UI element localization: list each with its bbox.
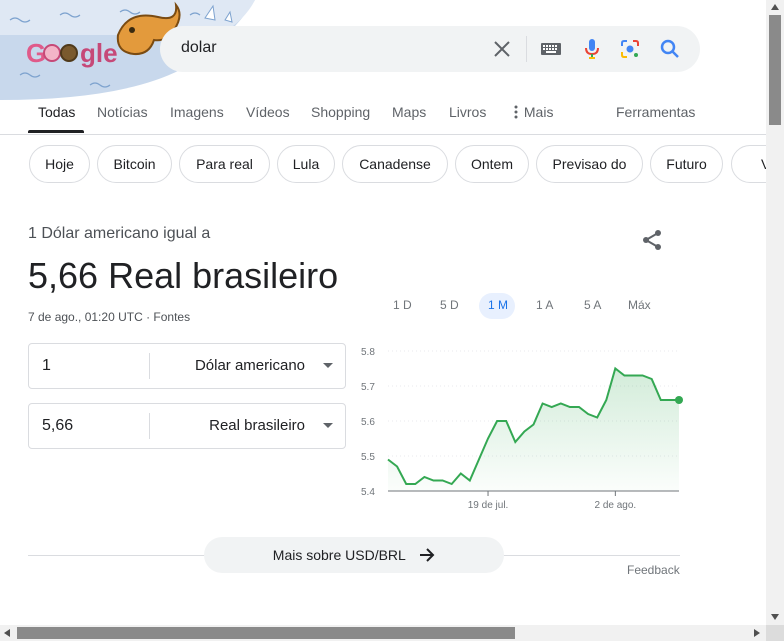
more-about-button[interactable]: Mais sobre USD/BRL [204,537,504,573]
to-amount-input[interactable]: 5,66 [42,417,73,435]
scroll-down-icon[interactable] [771,614,779,620]
y-tick-label: 5.4 [361,487,375,498]
to-currency-select[interactable]: Real brasileiro [209,417,305,434]
search-bar[interactable]: dolar [160,26,700,72]
from-currency-select[interactable]: Dólar americano [195,357,305,374]
microphone-icon[interactable] [580,37,604,61]
tab-videos[interactable]: Vídeos [246,104,290,120]
chip-lula[interactable]: Lula [277,145,335,183]
horizontal-scroll-thumb[interactable] [17,627,515,639]
search-input[interactable]: dolar [181,39,217,57]
chip-hoje[interactable]: Hoje [29,145,90,183]
share-icon[interactable] [640,228,664,252]
tab-noticias[interactable]: Notícias [97,104,148,120]
camera-lens-icon[interactable] [618,37,642,61]
tab-livros[interactable]: Livros [449,104,486,120]
scroll-right-icon[interactable] [754,629,760,637]
exchange-rate-chart[interactable]: 5.8 5.7 5.6 5.5 5.4 19 de jul. 2 de ago. [356,340,686,520]
range-1m[interactable]: 1 M [488,298,508,312]
scroll-up-icon[interactable] [771,4,779,10]
converter-result: 5,66 Real brasileiro [28,255,339,296]
tab-maps[interactable]: Maps [392,104,426,120]
to-divider [149,413,150,439]
search-tabs: Todas Notícias Imagens Vídeos Shopping M… [0,100,766,135]
latest-point [675,396,683,404]
chevron-down-icon[interactable] [323,363,333,368]
tab-mais[interactable]: Mais [512,104,553,120]
range-5d[interactable]: 5 D [440,298,459,312]
price-area [388,368,679,491]
tab-todas[interactable]: Todas [38,104,75,120]
tab-ferramentas[interactable]: Ferramentas [616,104,695,120]
to-currency-box: 5,66 Real brasileiro [28,403,346,449]
chip-previsao-do[interactable]: Previsao do [536,145,643,183]
tab-imagens[interactable]: Imagens [170,104,224,120]
chevron-down-icon[interactable] [323,423,333,428]
keyboard-icon[interactable] [539,37,563,61]
from-divider [149,353,150,379]
horizontal-scrollbar[interactable] [0,625,784,641]
range-1d[interactable]: 1 D [393,298,412,312]
y-tick-label: 5.5 [361,452,375,463]
chip-futuro[interactable]: Futuro [650,145,723,183]
more-about-label: Mais sobre USD/BRL [272,547,406,563]
search-icon[interactable] [658,37,682,61]
feedback-link[interactable]: Feedback [627,563,680,577]
svg-text:gle: gle [80,38,118,68]
range-max[interactable]: Máx [628,298,651,312]
more-vert-icon [514,105,518,119]
y-tick-label: 5.7 [361,382,375,393]
converter-date: 7 de ago., 01:20 UTC · Fontes [28,310,191,324]
chip-bitcoin[interactable]: Bitcoin [97,145,172,183]
arrow-right-icon [420,548,435,562]
x-tick-label: 2 de ago. [594,500,636,511]
scrollbar-corner [766,625,784,641]
vertical-scroll-thumb[interactable] [769,15,781,125]
tab-mais-label: Mais [523,104,554,120]
converter-label: 1 Dólar americano igual a [28,225,211,242]
y-tick-label: 5.8 [361,347,375,358]
clear-icon[interactable] [490,37,514,61]
x-tick-label: 19 de jul. [468,500,509,511]
range-1a[interactable]: 1 A [536,298,553,312]
active-tab-indicator [28,130,84,133]
from-currency-box: 1 Dólar americano [28,343,346,389]
chip-ontem[interactable]: Ontem [455,145,529,183]
chip-canadense[interactable]: Canadense [342,145,448,183]
tab-shopping[interactable]: Shopping [311,104,370,120]
vertical-scrollbar[interactable] [766,0,784,625]
from-amount-input[interactable]: 1 [42,357,51,375]
range-5a[interactable]: 5 A [584,298,601,312]
chip-para-real[interactable]: Para real [179,145,270,183]
y-tick-label: 5.6 [361,417,375,428]
scroll-left-icon[interactable] [4,629,10,637]
search-divider [526,36,527,62]
